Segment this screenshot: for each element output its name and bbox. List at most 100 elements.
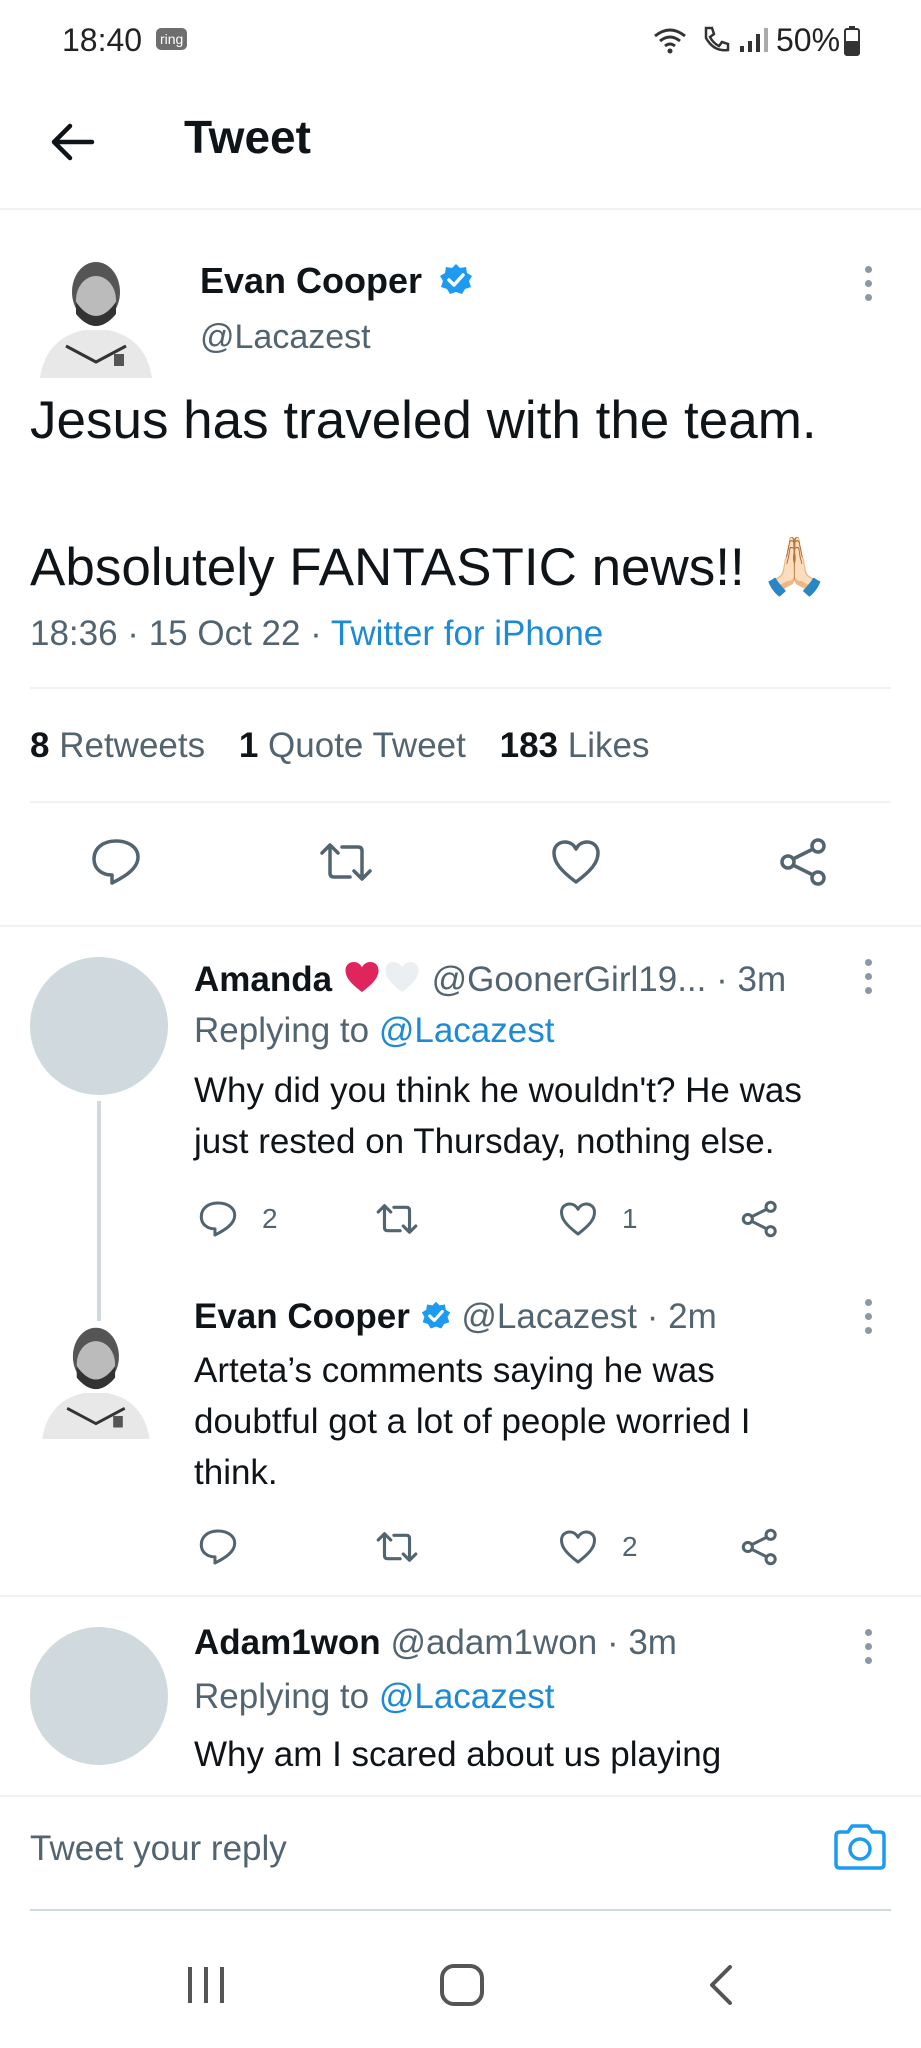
retweet-icon: [320, 843, 372, 881]
tweet-text-line1: Jesus has traveled with the team.: [30, 391, 817, 450]
reply-tweet-2[interactable]: Evan Cooper @Lacazest · 2m Arteta’s comm…: [0, 1267, 921, 1593]
reply-text-line2: doubtful got a lot of people worried I: [194, 1402, 751, 1441]
tweet-text-line2: Absolutely FANTASTIC news!! 🙏🏻: [30, 533, 829, 599]
reply-share-button[interactable]: [738, 1197, 782, 1241]
reply-icon: [92, 839, 140, 885]
reply-icon: [199, 1529, 237, 1565]
battery-percent: 50%: [776, 22, 841, 58]
tweet-text-line2-text: Absolutely FANTASTIC news!!: [30, 538, 745, 597]
reply-retweet-button[interactable]: [374, 1197, 420, 1241]
retweet-icon: [376, 1532, 418, 1562]
system-nav-bar: [0, 1915, 921, 2048]
status-time: 18:40: [62, 22, 143, 58]
more-options-icon[interactable]: [865, 266, 873, 308]
reply-share-button[interactable]: [738, 1525, 782, 1569]
replying-to-handle[interactable]: @Lacazest: [379, 1677, 555, 1716]
share-icon: [780, 838, 826, 886]
reply-like-count: 1: [622, 1203, 638, 1234]
retweets-count: 8: [30, 726, 50, 765]
reply-author-name[interactable]: Evan Cooper: [194, 1297, 410, 1336]
arrow-left-icon: [51, 123, 95, 161]
likes-stat[interactable]: 183 Likes: [500, 726, 650, 765]
reply-avatar[interactable]: [30, 1627, 168, 1765]
reply-composer: Tweet your reply: [0, 1795, 921, 1917]
reply-like-button[interactable]: [556, 1525, 600, 1569]
home-icon: [440, 1964, 484, 2006]
back-button[interactable]: [40, 110, 104, 174]
like-button[interactable]: [546, 832, 606, 892]
reply-text-line3: think.: [194, 1453, 278, 1492]
back-nav-button[interactable]: [686, 1955, 758, 2015]
reply-like-button[interactable]: [556, 1197, 600, 1241]
wifi-call-icon: [704, 26, 730, 52]
reply-more-options-icon[interactable]: [865, 1299, 873, 1341]
tweet-stats: 8 Retweets 1 Quote Tweet 183 Likes: [30, 726, 649, 766]
author-photo: [42, 1327, 150, 1439]
reply-button[interactable]: [86, 832, 146, 892]
quotes-label: Quote Tweet: [268, 726, 466, 765]
reply-time: · 3m: [606, 1623, 677, 1662]
reply-avatar[interactable]: [30, 957, 168, 1095]
reply-text-line1: Why am I scared about us playing: [194, 1735, 722, 1774]
likes-label: Likes: [567, 726, 650, 765]
main-tweet: Evan Cooper @Lacazest Jesus has traveled…: [0, 210, 921, 920]
reply-text-line2: just rested on Thursday, nothing else.: [194, 1122, 775, 1161]
author-name[interactable]: Evan Cooper: [200, 260, 422, 302]
red-heart-icon: [345, 962, 379, 992]
reply-time: · 2m: [646, 1297, 717, 1336]
page-title: Tweet: [184, 111, 311, 163]
reply-author-handle[interactable]: @adam1won: [390, 1623, 597, 1662]
share-icon: [741, 1200, 777, 1238]
author-avatar[interactable]: [32, 230, 156, 378]
quotes-stat[interactable]: 1 Quote Tweet: [239, 726, 476, 765]
battery-icon: [844, 26, 860, 56]
replying-to: Replying to @Lacazest: [194, 1677, 554, 1717]
verified-badge-icon: [440, 264, 472, 294]
reply-tweet-1[interactable]: Amanda @GoonerGirl19... · 3m Replying to…: [0, 927, 921, 1321]
reply-header: Adam1won @adam1won · 3m: [194, 1623, 677, 1663]
reply-like-count: 2: [622, 1531, 638, 1562]
retweet-button[interactable]: [316, 832, 376, 892]
reply-author-handle[interactable]: @GoonerGirl19...: [432, 960, 707, 999]
home-button[interactable]: [426, 1953, 498, 2017]
reply-author-handle[interactable]: @Lacazest: [461, 1297, 637, 1336]
app-header: Tweet: [0, 80, 921, 208]
reply-input[interactable]: Tweet your reply: [30, 1819, 790, 1879]
carrier-badge: ring: [156, 28, 188, 50]
tweet-source[interactable]: Twitter for iPhone: [331, 614, 603, 653]
replying-to-handle[interactable]: @Lacazest: [379, 1011, 555, 1050]
likes-count: 183: [499, 726, 559, 765]
verified-badge-icon: [421, 1301, 450, 1329]
reply-tweet-3[interactable]: Adam1won @adam1won · 3m Replying to @Lac…: [0, 1597, 921, 1795]
heart-icon: [560, 1530, 596, 1564]
reply-more-options-icon[interactable]: [865, 1629, 873, 1671]
heart-icon: [552, 840, 600, 884]
meta-divider: [30, 687, 891, 689]
reply-more-options-icon[interactable]: [865, 959, 873, 1001]
camera-icon: [834, 1824, 886, 1870]
replying-to-prefix: Replying to: [194, 1677, 379, 1716]
reply-reply-button[interactable]: [196, 1525, 240, 1569]
recent-apps-button[interactable]: [170, 1955, 242, 2015]
share-button[interactable]: [774, 832, 834, 892]
chevron-left-icon: [710, 1965, 732, 2005]
author-handle[interactable]: @Lacazest: [200, 318, 371, 357]
reply-time: · 3m: [716, 960, 787, 999]
stats-divider: [30, 801, 891, 803]
wifi-icon: [654, 28, 686, 54]
author-photo: [40, 262, 152, 378]
reply-author-avatar[interactable]: [34, 1297, 154, 1439]
praying-hands-emoji: 🙏🏻: [759, 534, 830, 597]
retweets-stat[interactable]: 8 Retweets: [30, 726, 215, 765]
reply-reply-button[interactable]: [196, 1197, 240, 1241]
reply-author-name[interactable]: Amanda: [194, 960, 332, 999]
reply-input-placeholder: Tweet your reply: [30, 1829, 287, 1868]
reply-author-name[interactable]: Adam1won: [194, 1623, 381, 1662]
tweet-timestamp: 18:36 · 15 Oct 22 ·: [30, 614, 331, 653]
camera-button[interactable]: [828, 1815, 892, 1879]
replying-to-prefix: Replying to: [194, 1011, 379, 1050]
signal-icon: [740, 28, 768, 52]
reply-retweet-button[interactable]: [374, 1525, 420, 1569]
recent-apps-icon: [188, 1967, 224, 2003]
reply-icon: [199, 1201, 237, 1237]
